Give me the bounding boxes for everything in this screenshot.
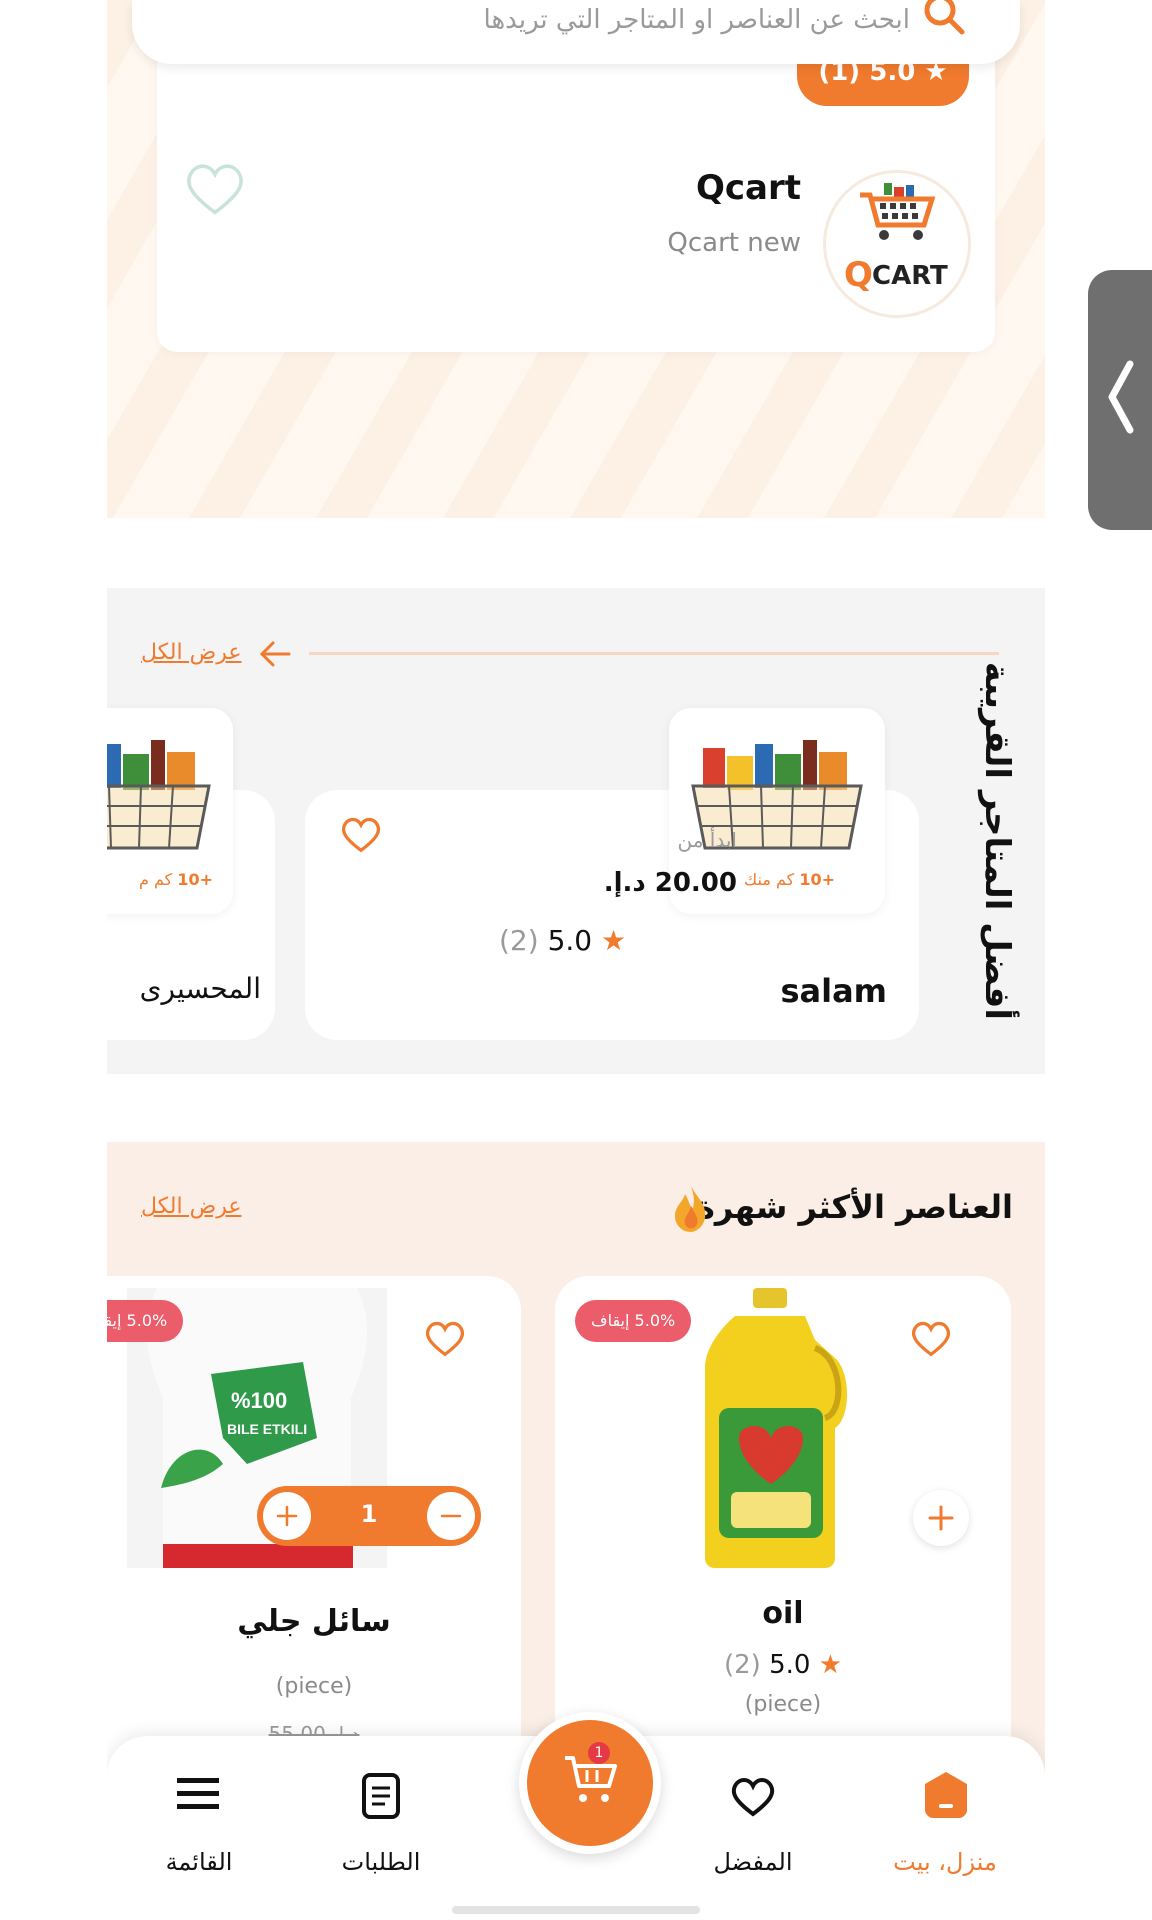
product-rating: (2) 5.0 ★ — [555, 1650, 1011, 1680]
nav-home-label: منزل، بيت — [893, 1848, 997, 1876]
favorite-heart-icon[interactable] — [909, 1318, 953, 1358]
chevron-left-icon — [1108, 360, 1134, 434]
plus-icon — [928, 1505, 954, 1531]
nav-menu[interactable]: القائمة — [139, 1756, 259, 1896]
store-name[interactable]: المحسيرى — [140, 972, 261, 1005]
qcart-logo-text: CART — [872, 261, 948, 291]
nav-orders-label: الطلبات — [341, 1848, 421, 1876]
popular-view-all-link[interactable]: عرض الكل — [141, 1194, 241, 1219]
quantity-stepper[interactable]: 1 — [257, 1486, 481, 1546]
nav-orders[interactable]: الطلبات — [321, 1756, 441, 1896]
cart-button[interactable] — [519, 1712, 661, 1854]
decrease-quantity-button[interactable] — [427, 1492, 475, 1540]
nav-favorites-label: المفضل — [713, 1848, 793, 1876]
popular-section-title: العناصر الأكثر شهرة — [696, 1188, 1013, 1226]
nav-favorites[interactable]: المفضل — [693, 1756, 813, 1896]
grocery-basket-image — [107, 740, 211, 850]
favorite-store-heart-icon[interactable] — [182, 158, 248, 222]
search-input[interactable]: ابحث عن العناصر او المتاجر التي تريدها — [484, 5, 910, 35]
nearby-section-title: أفضل المتاجر القريبة — [977, 661, 1017, 1020]
featured-store-subtitle: Qcart new — [667, 228, 801, 258]
nav-home[interactable]: منزل، بيت — [875, 1756, 1015, 1896]
heart-icon — [731, 1778, 775, 1817]
cart-icon — [565, 1756, 617, 1802]
home-indicator — [452, 1906, 700, 1914]
search-icon[interactable] — [922, 0, 968, 40]
store-name[interactable]: salam — [780, 972, 887, 1010]
product-name[interactable]: oil — [555, 1596, 1011, 1631]
product-unit: (piece) — [275, 1674, 353, 1699]
add-to-cart-button[interactable] — [913, 1490, 969, 1546]
product-unit: (piece) — [744, 1692, 822, 1717]
store-min-price: 20.00 د.إ. — [603, 868, 737, 898]
oil-bottle-image — [705, 1288, 847, 1568]
store-distance: +10 كم م — [138, 870, 213, 889]
rating-value: 5.0 — [769, 1650, 811, 1680]
store-distance: +10 كم منك — [744, 870, 835, 889]
cart-basket-icon — [860, 183, 936, 240]
orders-icon — [362, 1773, 400, 1819]
discount-badge: 5.0% إيقاف — [575, 1300, 692, 1342]
home-icon — [925, 1772, 967, 1818]
rating-count: (2) — [499, 924, 539, 957]
section-divider — [309, 652, 999, 655]
arrow-left-icon[interactable] — [259, 640, 291, 668]
qcart-logo-letter: Q — [844, 255, 873, 295]
starts-from-label: ابدأ من — [677, 828, 737, 852]
featured-store-name[interactable]: Qcart — [696, 168, 801, 208]
nearby-view-all-link[interactable]: عرض الكل — [141, 640, 241, 665]
svg-text:%100: %100 — [231, 1388, 287, 1413]
store-rating: (2) 5.0 ★ — [499, 924, 626, 957]
menu-icon — [177, 1778, 219, 1809]
minus-icon — [440, 1514, 462, 1518]
star-icon: ★ — [601, 924, 627, 957]
search-bar[interactable]: ابحث عن العناصر او المتاجر التي تريدها — [132, 0, 1020, 64]
cart-count-badge: 1 — [588, 1742, 610, 1764]
nav-menu-label: القائمة — [165, 1848, 233, 1876]
star-icon: ★ — [818, 1650, 843, 1680]
qcart-logo: Q CART — [823, 170, 971, 318]
favorite-heart-icon[interactable] — [423, 1318, 467, 1358]
side-drawer-handle[interactable] — [1088, 270, 1152, 530]
product-name[interactable]: سائل جلي — [107, 1604, 521, 1639]
app-screen: (1) 5.0 ★ ابحث عن العناصر او المتاجر الت… — [107, 0, 1045, 1920]
rating-value: 5.0 — [547, 924, 593, 957]
svg-text:BILE ETKILI: BILE ETKILI — [227, 1421, 307, 1437]
rating-count: (2) — [723, 1650, 761, 1680]
fire-icon — [675, 1186, 706, 1232]
favorite-heart-icon[interactable] — [339, 814, 383, 854]
discount-badge: 5.0% إيقاف — [107, 1300, 184, 1342]
store-image: +10 كم م — [107, 708, 233, 914]
